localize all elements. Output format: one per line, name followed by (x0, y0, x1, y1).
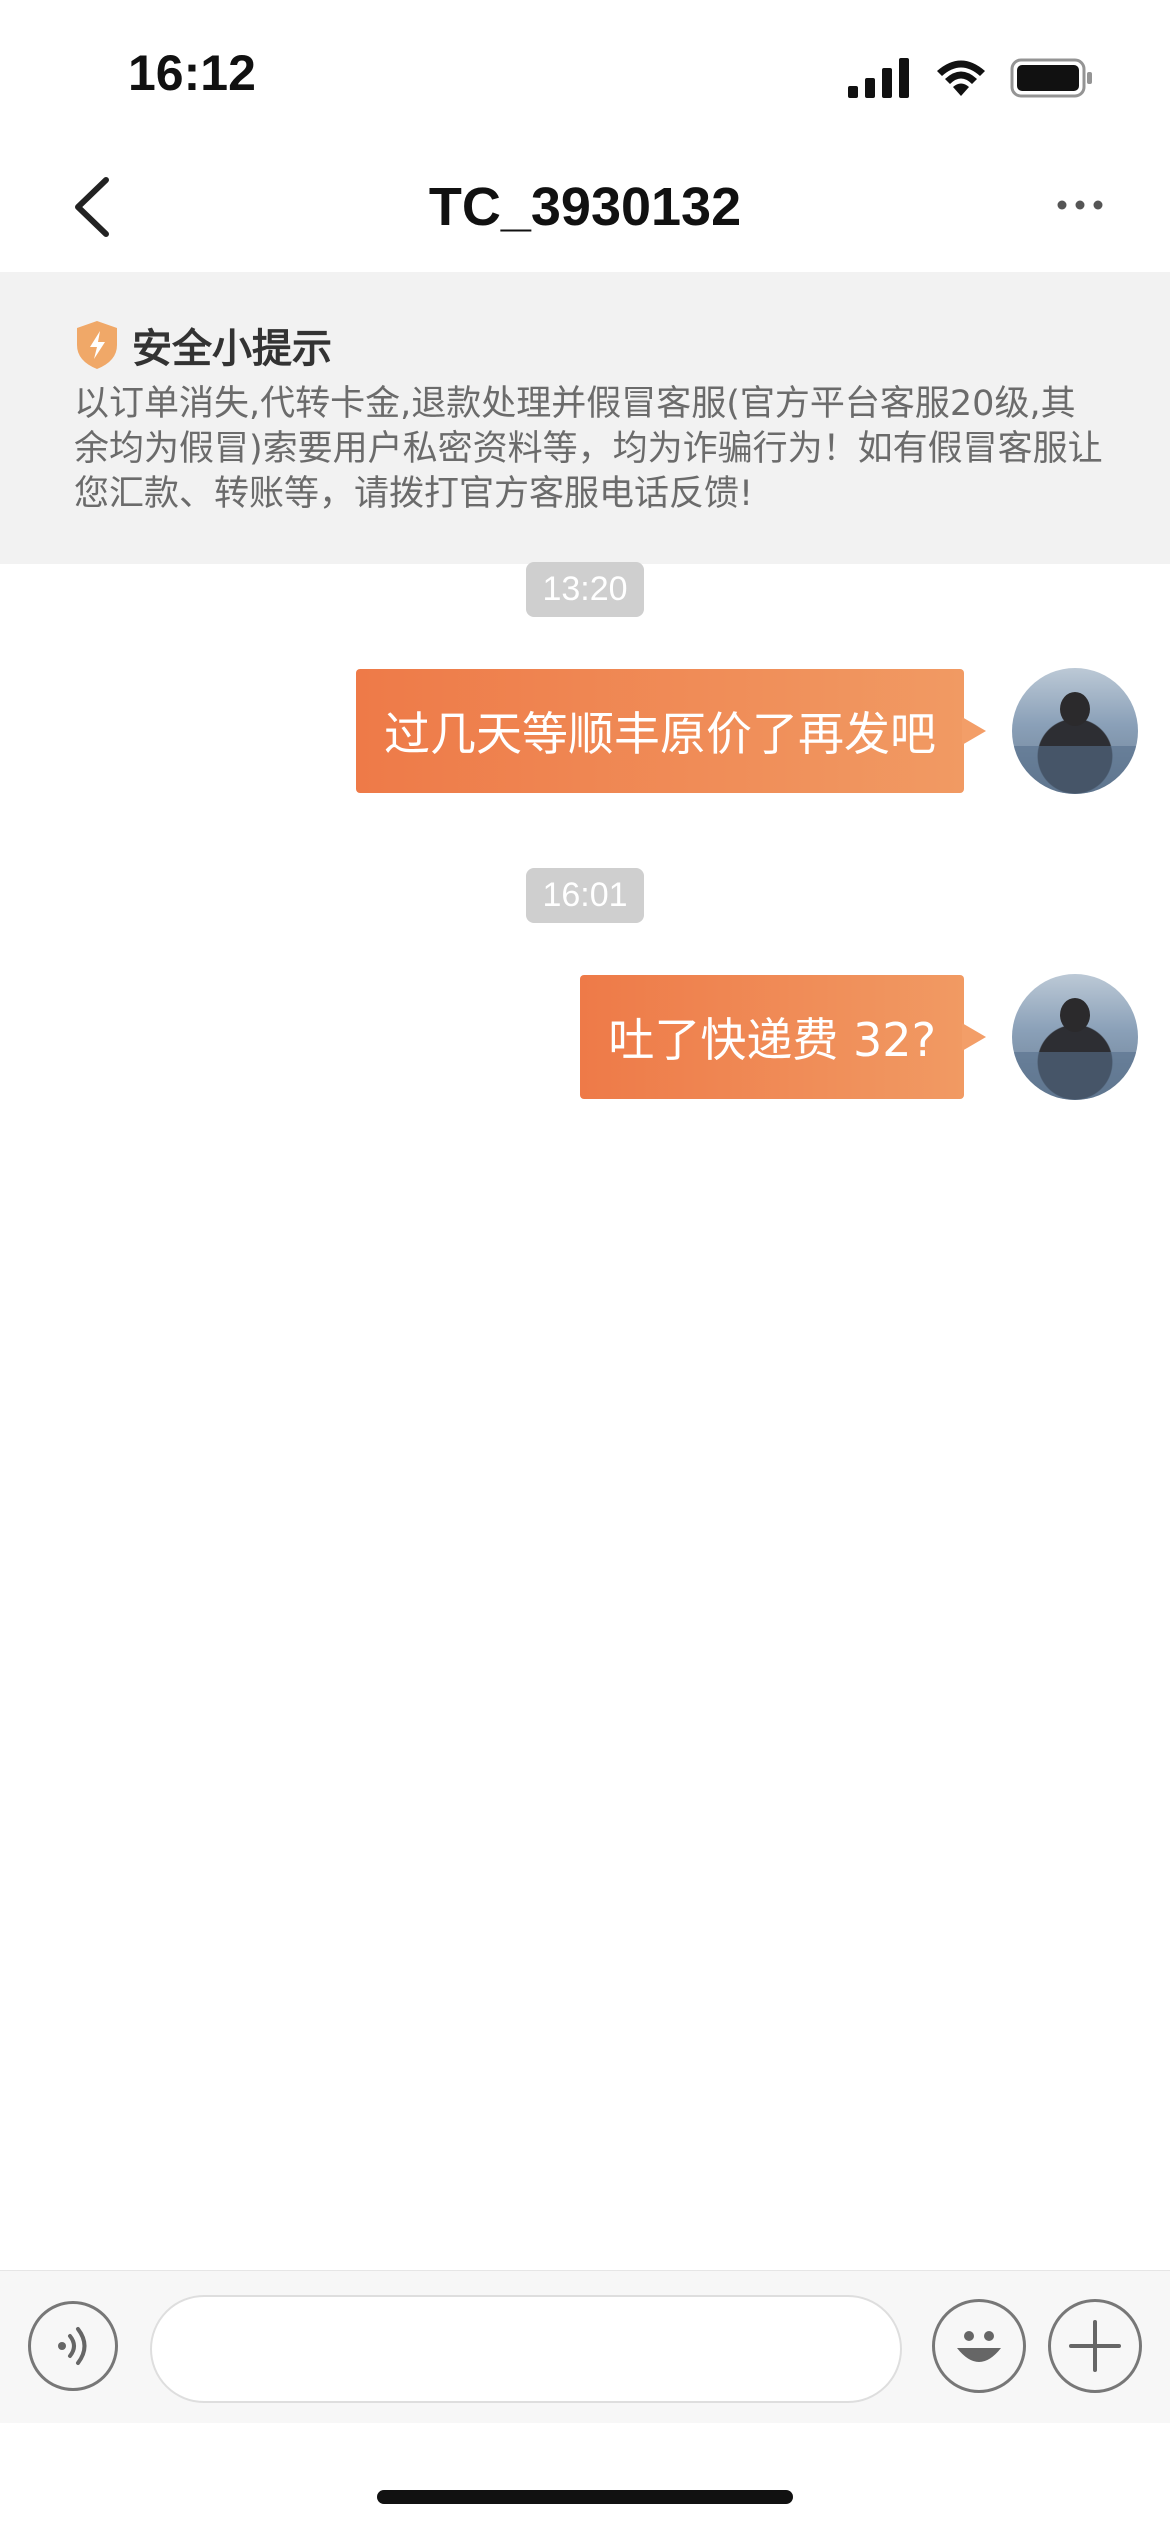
plus-icon (1069, 2320, 1121, 2372)
message-row: 吐了快递费 32? (580, 974, 1138, 1100)
voice-icon (58, 2327, 87, 2365)
more-dots-icon (1057, 200, 1103, 210)
shield-icon (77, 321, 117, 369)
add-button[interactable] (1048, 2299, 1142, 2393)
avatar[interactable] (1012, 668, 1138, 794)
timestamp-label: 16:01 (526, 868, 644, 923)
avatar-background (1012, 746, 1138, 794)
home-indicator[interactable] (377, 2490, 793, 2504)
message-bubble[interactable]: 过几天等顺丰原价了再发吧 (356, 669, 986, 793)
nav-bar: TC_3930132 (0, 150, 1170, 272)
avatar[interactable] (1012, 974, 1138, 1100)
signal-icon (848, 58, 909, 98)
more-button[interactable] (1050, 190, 1110, 220)
message-timestamp: 13:20 (0, 562, 1170, 617)
avatar-background (1012, 1052, 1138, 1100)
status-bar: 16:12 (0, 0, 1170, 150)
message-timestamp: 16:01 (0, 868, 1170, 923)
message-input[interactable] (150, 2295, 902, 2403)
emoji-button[interactable] (932, 2299, 1026, 2393)
message-row: 过几天等顺丰原价了再发吧 (356, 668, 1138, 794)
status-time: 16:12 (128, 45, 256, 101)
voice-button[interactable] (28, 2301, 118, 2391)
avatar-figure (1060, 998, 1090, 1032)
safety-notice-header: 安全小提示 (74, 316, 332, 374)
chat-screen: 16:12 TC_3930132 安全小提示 以订单消失,代转卡金,退款处理并假… (0, 0, 1170, 2532)
status-icons (848, 56, 1094, 100)
timestamp-label: 13:20 (526, 562, 644, 617)
battery-icon (1010, 58, 1092, 98)
emoji-icon (957, 2331, 1001, 2362)
wifi-icon (937, 60, 985, 96)
safety-notice: 安全小提示 以订单消失,代转卡金,退款处理并假冒客服(官方平台客服20级,其余均… (0, 272, 1170, 564)
avatar-figure (1060, 692, 1090, 726)
safety-notice-title: 安全小提示 (132, 326, 332, 372)
input-bar (0, 2270, 1170, 2423)
page-title: TC_3930132 (428, 177, 742, 237)
message-bubble[interactable]: 吐了快递费 32? (580, 975, 986, 1099)
safety-notice-body: 以订单消失,代转卡金,退款处理并假冒客服(官方平台客服20级,其余均为假冒)索要… (74, 384, 1103, 514)
